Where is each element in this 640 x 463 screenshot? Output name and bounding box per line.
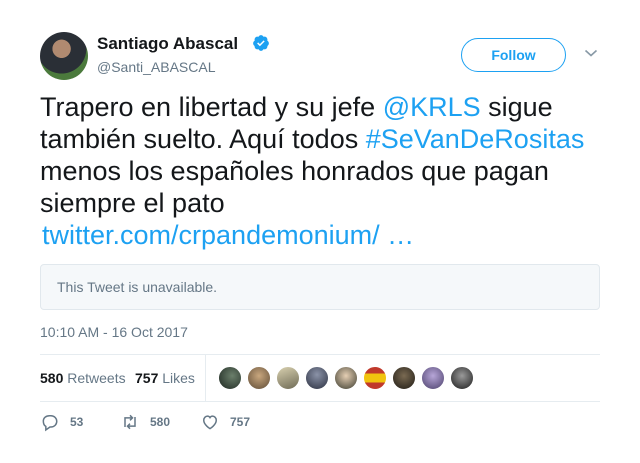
retweets-label: Retweets — [67, 370, 126, 386]
tweet-text-part: menos los españoles honrados que pagan s… — [40, 156, 549, 218]
mention-link[interactable]: @KRLS — [383, 92, 481, 122]
author-avatar[interactable] — [40, 32, 88, 80]
heart-icon — [202, 415, 218, 430]
tweet-timestamp[interactable]: 10:10 AM - 16 Oct 2017 — [40, 324, 188, 340]
quoted-tweet-text: This Tweet is unavailable. — [57, 279, 218, 295]
liker-avatar[interactable] — [392, 366, 416, 390]
liker-avatar[interactable] — [218, 366, 242, 390]
follow-button[interactable]: Follow — [461, 38, 566, 72]
verified-badge-icon — [253, 35, 269, 51]
retweets-count: 580 — [40, 370, 64, 386]
like-count: 757 — [230, 415, 251, 429]
liker-avatar[interactable] — [450, 366, 474, 390]
retweet-count: 580 — [150, 415, 171, 429]
tweet-text-part: Trapero en libertad y su jefe — [40, 92, 383, 122]
reply-count: 53 — [70, 415, 84, 429]
quoted-tweet-card[interactable]: This Tweet is unavailable. — [40, 264, 600, 310]
likes-count: 757 — [135, 370, 159, 386]
liker-avatar[interactable] — [334, 366, 358, 390]
reply-button[interactable]: 53 — [40, 412, 83, 432]
tweet-url-link[interactable]: twitter.com/crpandemonium/ … — [42, 219, 414, 251]
liker-avatar[interactable] — [421, 366, 445, 390]
chevron-down-icon[interactable] — [584, 48, 598, 58]
liker-avatar[interactable] — [363, 366, 387, 390]
tweet-text: Trapero en libertad y su jefe @KRLS sigu… — [40, 91, 610, 251]
tweet-stats: 580 Retweets 757 Likes — [40, 354, 600, 402]
retweet-icon — [124, 414, 136, 430]
likes-label: Likes — [162, 370, 195, 386]
author-name[interactable]: Santiago Abascal — [97, 34, 238, 54]
liker-avatar[interactable] — [276, 366, 300, 390]
hashtag-link[interactable]: #SeVanDeRositas — [366, 124, 585, 154]
liker-avatar[interactable] — [305, 366, 329, 390]
like-button[interactable]: 757 — [200, 412, 250, 432]
retweets-stat[interactable]: 580 Retweets — [40, 370, 126, 386]
author-handle[interactable]: @Santi_ABASCAL — [97, 59, 216, 75]
stats-divider — [205, 355, 206, 402]
reply-icon — [42, 415, 58, 432]
likes-stat[interactable]: 757 Likes — [135, 370, 195, 386]
liker-avatar[interactable] — [247, 366, 271, 390]
retweet-button[interactable]: 580 — [120, 412, 170, 432]
